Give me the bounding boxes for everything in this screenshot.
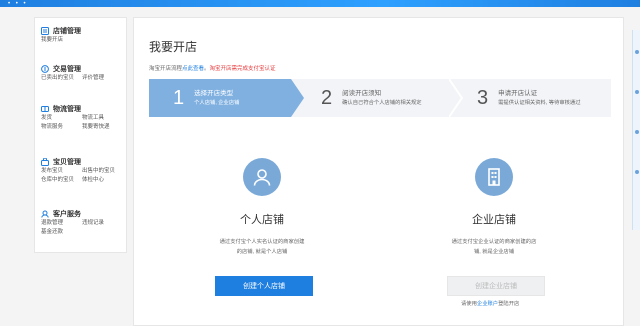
alipay-warning: 淘宝开店需完成支付宝认证 [209, 66, 276, 72]
step-2: 2 阅读开店须知 确认自己符合个人店铺的相关规定 [321, 79, 422, 117]
desc-line: 铺, 就是企业店铺 [473, 249, 515, 255]
bag-icon [41, 158, 49, 166]
sidebar-item-open-store[interactable]: 我要开店 [41, 36, 82, 45]
step-3: 3 申请开店认证 需提供认证相关资料, 等待审核通过 [477, 79, 581, 117]
sidebar-group-title[interactable]: 物流管理 [53, 104, 81, 114]
chevron-right-icon [449, 79, 463, 117]
store-icon [41, 27, 49, 35]
company-account-link[interactable]: 企业账户 [477, 301, 498, 307]
desc-line: 通过支付宝个人实名认证的商家创建 [219, 239, 305, 245]
sidebar-item-refunds[interactable]: 退款管理 [41, 219, 82, 228]
sidebar-item-warehouse[interactable]: 仓库中的宝贝 [41, 176, 82, 185]
step-desc: 需提供认证相关资料, 等待审核通过 [498, 100, 581, 106]
sidebar-group-trade: 交易管理 已卖出的宝贝 评价管理 [41, 64, 123, 83]
process-link[interactable]: 点此查看 [182, 66, 204, 72]
toolbar-dot-icon [635, 90, 639, 94]
step-desc: 确认自己符合个人店铺的相关规定 [342, 100, 422, 106]
person-icon [243, 158, 281, 196]
personal-store-card: 个人店铺 通过支付宝个人实名认证的商家创建 的店铺, 就是个人店铺 [182, 158, 342, 257]
sidebar-group-service: 客户服务 退款管理 违规记录 基金还款 [41, 209, 123, 237]
company-login-tip: 请使用企业账户登陆开店 [461, 299, 519, 307]
main-panel: 我要开店 淘宝开店流程点此查看。淘宝开店需完成支付宝认证 1 选择开店类型 个人… [133, 17, 624, 326]
personal-store-desc: 通过支付宝个人实名认证的商家创建 的店铺, 就是个人店铺 [182, 237, 342, 257]
create-company-store-button[interactable]: 创建企业店铺 [447, 276, 545, 296]
company-store-desc: 通过支付宝企业认证的商家创建的店 铺, 就是企业店铺 [414, 237, 574, 257]
create-personal-store-button[interactable]: 创建个人店铺 [215, 276, 313, 296]
sidebar-group-title[interactable]: 客户服务 [53, 209, 81, 219]
step-number: 1 [173, 86, 185, 109]
page-title: 我要开店 [149, 40, 198, 54]
sidebar-group-title[interactable]: 宝贝管理 [53, 157, 81, 167]
sidebar-item-send-express[interactable]: 我要寄快递 [82, 123, 123, 132]
trade-icon [41, 65, 49, 73]
notice-text: 淘宝开店流程点此查看。淘宝开店需完成支付宝认证 [149, 64, 276, 72]
tip-suffix: 登陆开店 [498, 301, 520, 307]
sidebar-group-store: 店铺管理 我要开店 [41, 26, 82, 45]
steps-bar: 1 选择开店类型 个人店铺, 企业店铺 2 阅读开店须知 确认自己符合个人店铺的… [149, 79, 611, 117]
step-number: 2 [321, 86, 333, 109]
desc-line: 通过支付宝企业认证的商家创建的店 [451, 239, 537, 245]
step-title: 选择开店类型 [194, 90, 234, 97]
sidebar-group-items: 宝贝管理 发布宝贝 出售中的宝贝 仓库中的宝贝 体检中心 [41, 157, 123, 185]
sidebar-item-sold[interactable]: 已卖出的宝贝 [41, 74, 82, 83]
service-icon [41, 210, 49, 218]
step-title: 阅读开店须知 [342, 90, 382, 97]
step-title: 申请开店认证 [498, 90, 538, 97]
floating-toolbar[interactable] [632, 30, 640, 230]
company-store-card: 企业店铺 通过支付宝企业认证的商家创建的店 铺, 就是企业店铺 [414, 158, 574, 257]
sidebar-item-reviews[interactable]: 评价管理 [82, 74, 123, 83]
toolbar-dot-icon [635, 50, 639, 54]
step-number: 3 [477, 86, 489, 109]
sidebar-item-health-check[interactable]: 体检中心 [82, 176, 123, 185]
company-store-title: 企业店铺 [472, 214, 516, 226]
toolbar-dot-icon [635, 130, 639, 134]
tip-prefix: 请使用 [461, 301, 477, 307]
toolbar-dot-icon [635, 170, 639, 174]
sidebar-group-logistics: 物流管理 发货 物流工具 物流服务 我要寄快递 [41, 104, 123, 132]
sidebar-item-violations[interactable]: 违规记录 [82, 219, 123, 228]
sidebar-item-publish[interactable]: 发布宝贝 [41, 167, 82, 176]
personal-store-title: 个人店铺 [240, 214, 284, 226]
sidebar-group-title[interactable]: 店铺管理 [53, 26, 81, 36]
truck-icon [41, 106, 49, 112]
top-header-bar: • • • [0, 0, 640, 7]
sidebar-item-on-sale[interactable]: 出售中的宝贝 [82, 167, 123, 176]
sidebar-item-fund-repay[interactable]: 基金还款 [41, 228, 82, 237]
desc-line: 的店铺, 就是个人店铺 [236, 249, 288, 255]
sidebar-item-ship[interactable]: 发货 [41, 114, 82, 123]
sidebar-item-logistics-service[interactable]: 物流服务 [41, 123, 82, 132]
sidebar-group-title[interactable]: 交易管理 [53, 64, 81, 74]
building-icon [475, 158, 513, 196]
sidebar: 店铺管理 我要开店 交易管理 已卖出的宝贝 评价管理 物流管理 发货 物流工具 … [34, 17, 127, 253]
notice-prefix: 淘宝开店流程 [149, 66, 183, 72]
step-1: 1 选择开店类型 个人店铺, 企业店铺 [173, 79, 239, 117]
sidebar-item-logistics-tools[interactable]: 物流工具 [82, 114, 123, 123]
step-desc: 个人店铺, 企业店铺 [194, 100, 240, 106]
